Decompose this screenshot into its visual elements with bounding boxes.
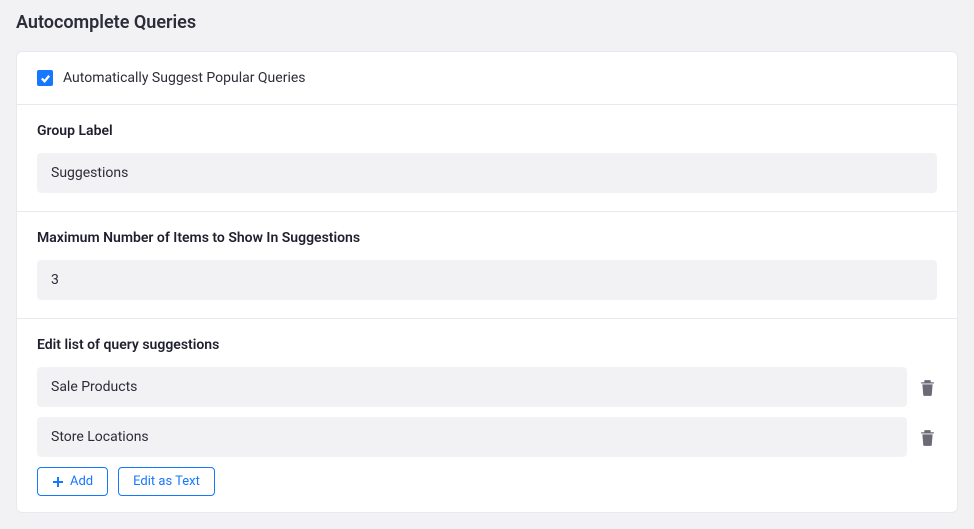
page-title: Autocomplete Queries xyxy=(16,12,958,33)
delete-item-button[interactable] xyxy=(917,427,937,447)
plus-icon xyxy=(52,476,64,488)
delete-item-button[interactable] xyxy=(917,377,937,397)
edit-as-text-button[interactable]: Edit as Text xyxy=(118,467,215,496)
max-items-section: Maximum Number of Items to Show In Sugge… xyxy=(17,212,957,319)
query-list-section: Edit list of query suggestions xyxy=(17,319,957,512)
group-label-section: Group Label xyxy=(17,105,957,212)
query-item-input[interactable] xyxy=(37,417,907,457)
list-item xyxy=(37,417,937,457)
list-item xyxy=(37,367,937,407)
add-button-label: Add xyxy=(70,474,93,489)
auto-suggest-checkbox[interactable] xyxy=(37,70,53,86)
max-items-heading: Maximum Number of Items to Show In Sugge… xyxy=(37,230,937,246)
add-button[interactable]: Add xyxy=(37,467,108,496)
auto-suggest-section: Automatically Suggest Popular Queries xyxy=(17,52,957,105)
group-label-heading: Group Label xyxy=(37,123,937,139)
edit-as-text-label: Edit as Text xyxy=(133,474,200,489)
max-items-input[interactable] xyxy=(37,260,937,300)
check-icon xyxy=(40,73,51,84)
query-list-heading: Edit list of query suggestions xyxy=(37,337,937,353)
trash-icon xyxy=(920,379,935,396)
settings-card: Automatically Suggest Popular Queries Gr… xyxy=(16,51,958,513)
auto-suggest-label: Automatically Suggest Popular Queries xyxy=(63,70,306,86)
trash-icon xyxy=(920,429,935,446)
group-label-input[interactable] xyxy=(37,153,937,193)
query-item-input[interactable] xyxy=(37,367,907,407)
